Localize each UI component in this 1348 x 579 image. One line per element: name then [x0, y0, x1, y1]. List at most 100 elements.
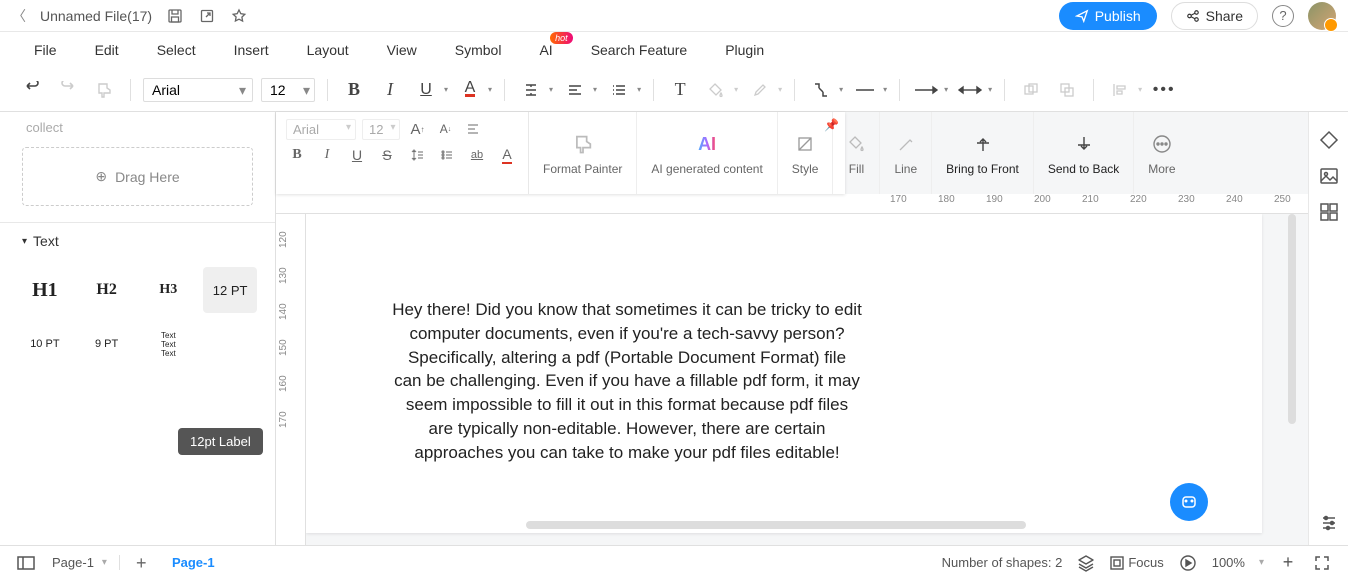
- menu-layout[interactable]: Layout: [307, 42, 349, 58]
- ctx-more-group[interactable]: More: [1134, 112, 1189, 194]
- ctx-strike-button[interactable]: S: [376, 144, 398, 166]
- pencil-icon[interactable]: [746, 76, 774, 104]
- back-icon[interactable]: 〈: [12, 6, 26, 26]
- menu-search-feature[interactable]: Search Feature: [591, 42, 688, 58]
- menu-ai[interactable]: AIhot: [539, 42, 552, 58]
- text-preset-12pt[interactable]: 12 PT: [203, 267, 257, 313]
- menu-select[interactable]: Select: [157, 42, 196, 58]
- canvas-page[interactable]: Hey there! Did you know that sometimes i…: [306, 214, 1262, 533]
- align-vertical-icon[interactable]: [517, 76, 545, 104]
- arrow-line-icon[interactable]: [912, 76, 940, 104]
- format-painter-icon[interactable]: [90, 76, 118, 104]
- text-tool-icon[interactable]: T: [666, 76, 694, 104]
- page-tab-active[interactable]: Page-1: [172, 555, 215, 570]
- text-section-header[interactable]: ▾ Text: [0, 222, 275, 259]
- context-toolbar: Arial 12 A↑ A↓ B I U S ab A: [276, 112, 845, 194]
- image-icon[interactable]: [1319, 166, 1339, 186]
- text-preset-h3[interactable]: H3: [142, 267, 196, 313]
- text-preset-h1[interactable]: H1: [18, 267, 72, 313]
- connector-icon[interactable]: [807, 76, 835, 104]
- undo-icon[interactable]: [18, 76, 46, 104]
- ruler-horizontal: 170 180 190 200 210 220 230 240 250: [276, 194, 1308, 214]
- underline-button[interactable]: U: [412, 76, 440, 104]
- ctx-text-case-icon[interactable]: ab: [466, 144, 488, 166]
- publish-button[interactable]: Publish: [1059, 2, 1157, 30]
- presentation-icon[interactable]: [1178, 553, 1198, 573]
- group-back-icon[interactable]: [1053, 76, 1081, 104]
- bold-button[interactable]: B: [340, 76, 368, 104]
- menu-view[interactable]: View: [387, 42, 417, 58]
- redo-icon[interactable]: [54, 76, 82, 104]
- align-left-icon[interactable]: [561, 76, 589, 104]
- list-icon[interactable]: [605, 76, 633, 104]
- ctx-bring-front-group[interactable]: Bring to Front: [932, 112, 1034, 194]
- font-select[interactable]: Arial: [143, 78, 253, 102]
- ctx-send-back-group[interactable]: Send to Back: [1034, 112, 1134, 194]
- ctx-italic-button[interactable]: I: [316, 144, 338, 166]
- ctx-font-color-icon[interactable]: A: [496, 144, 518, 166]
- open-external-icon[interactable]: [198, 7, 216, 25]
- add-page-button[interactable]: +: [136, 553, 156, 573]
- settings-list-icon[interactable]: [1319, 513, 1339, 533]
- avatar[interactable]: [1308, 2, 1336, 30]
- pin-icon[interactable]: 📌: [824, 118, 839, 132]
- ctx-line-spacing-icon[interactable]: [406, 144, 428, 166]
- ruler-tick: 130: [278, 267, 289, 284]
- assistant-bubble-icon[interactable]: [1170, 483, 1208, 521]
- share-button[interactable]: Share: [1171, 2, 1258, 30]
- increase-font-icon[interactable]: A↑: [406, 118, 428, 140]
- ctx-bold-button[interactable]: B: [286, 144, 308, 166]
- save-icon[interactable]: [166, 7, 184, 25]
- text-preset-h2[interactable]: H2: [80, 267, 134, 313]
- star-icon[interactable]: [230, 7, 248, 25]
- outline-icon[interactable]: [16, 553, 36, 573]
- ruler-vertical: 110 120 130 140 150 160 170: [276, 194, 306, 545]
- theme-icon[interactable]: [1319, 130, 1339, 150]
- zoom-plus-icon[interactable]: +: [1278, 553, 1298, 573]
- tooltip-12pt: 12pt Label: [178, 428, 263, 455]
- layers-icon[interactable]: [1076, 553, 1096, 573]
- ruler-tick: 200: [1034, 194, 1051, 205]
- decrease-font-icon[interactable]: A↓: [434, 118, 456, 140]
- grid-icon[interactable]: [1319, 202, 1339, 222]
- fill-bucket-icon[interactable]: [702, 76, 730, 104]
- drag-here-zone[interactable]: ⊕ Drag Here: [22, 147, 253, 206]
- ctx-format-painter-group[interactable]: Format Painter: [529, 112, 637, 194]
- italic-button[interactable]: I: [376, 76, 404, 104]
- align-objects-icon[interactable]: [1106, 76, 1134, 104]
- file-title[interactable]: Unnamed File(17): [40, 8, 152, 24]
- ctx-font-select[interactable]: Arial: [286, 119, 356, 140]
- line-style-icon[interactable]: [851, 76, 879, 104]
- menu-insert[interactable]: Insert: [234, 42, 269, 58]
- ctx-ai-group[interactable]: AI AI generated content: [637, 112, 777, 194]
- zoom-level[interactable]: 100%: [1212, 555, 1245, 570]
- scrollbar-vertical[interactable]: [1288, 214, 1296, 424]
- page-selector[interactable]: Page-1: [52, 555, 94, 570]
- font-color-button[interactable]: A: [456, 76, 484, 104]
- fullscreen-icon[interactable]: [1312, 553, 1332, 573]
- ruler-tick: 190: [986, 194, 1003, 205]
- ruler-tick: 210: [1082, 194, 1099, 205]
- scrollbar-horizontal[interactable]: [526, 521, 1026, 529]
- text-preset-9pt[interactable]: 9 PT: [80, 321, 134, 367]
- menu-edit[interactable]: Edit: [95, 42, 119, 58]
- ctx-align-icon[interactable]: [462, 118, 484, 140]
- document-text-block[interactable]: Hey there! Did you know that sometimes i…: [392, 298, 862, 465]
- ctx-size-select[interactable]: 12: [362, 119, 400, 140]
- ctx-line-group[interactable]: Line: [880, 112, 932, 194]
- menu-file[interactable]: File: [34, 42, 57, 58]
- size-select[interactable]: 12: [261, 78, 315, 102]
- ruler-tick: 140: [278, 303, 289, 320]
- focus-button[interactable]: Focus: [1110, 555, 1163, 570]
- group-front-icon[interactable]: [1017, 76, 1045, 104]
- menu-symbol[interactable]: Symbol: [455, 42, 502, 58]
- text-preset-body[interactable]: Text Text Text: [142, 321, 196, 367]
- double-arrow-icon[interactable]: [956, 76, 984, 104]
- text-preset-10pt[interactable]: 10 PT: [18, 321, 72, 367]
- more-icon[interactable]: •••: [1150, 76, 1178, 104]
- help-icon[interactable]: ?: [1272, 5, 1294, 27]
- ctx-underline-button[interactable]: U: [346, 144, 368, 166]
- ctx-bullets-icon[interactable]: [436, 144, 458, 166]
- ctx-fill-group[interactable]: Fill: [833, 112, 880, 194]
- menu-plugin[interactable]: Plugin: [725, 42, 764, 58]
